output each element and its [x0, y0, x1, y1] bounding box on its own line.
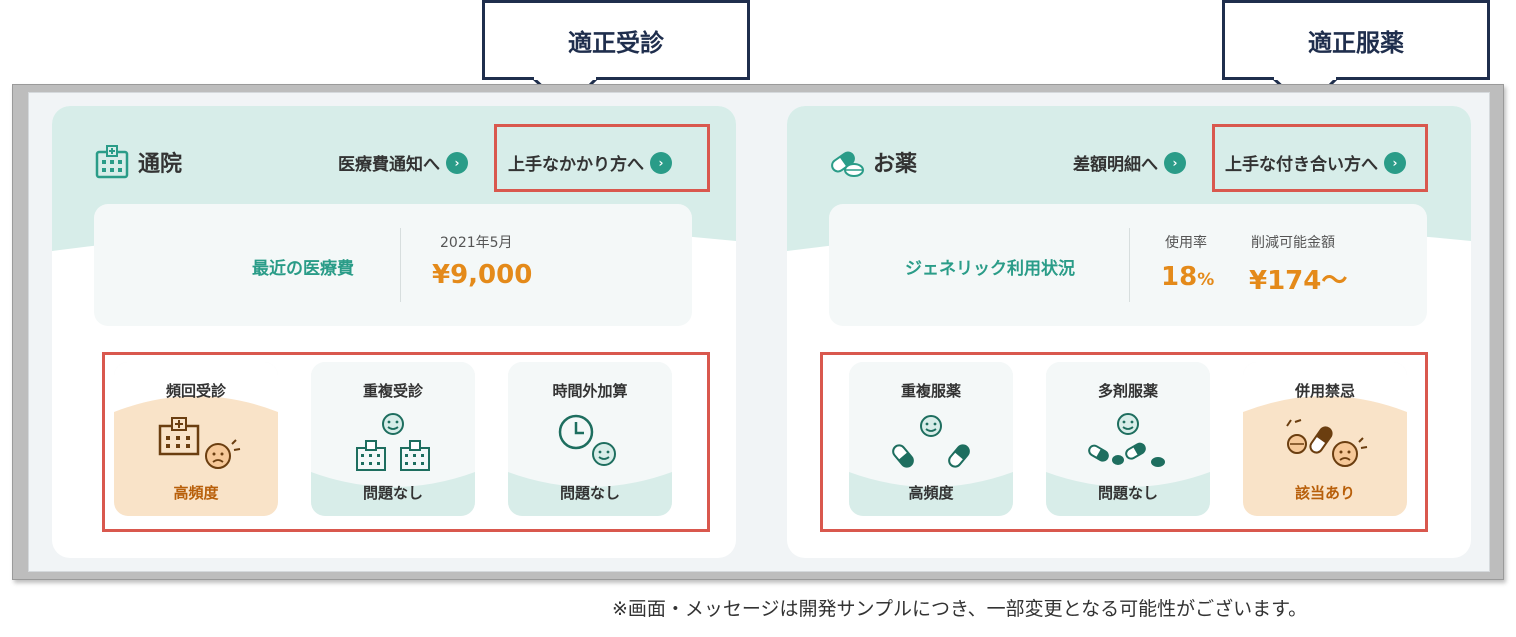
cost-amount: ¥9,000	[432, 260, 533, 290]
chevron-right-icon: ›	[446, 151, 468, 174]
savings-label: 削減可能金額	[1251, 235, 1335, 251]
medical-cost-notice-link[interactable]: 医療費通知へ ›	[338, 150, 468, 175]
clinic-title: 通院	[138, 152, 183, 177]
usage-rate-unit: %	[1197, 270, 1215, 290]
usage-rate-number: 18	[1161, 262, 1198, 292]
footnote: ※画面・メッセージは開発サンプルにつき、一部変更となる可能性がございます。	[612, 598, 1308, 620]
generic-usage-label: ジェネリック利用状況	[905, 259, 1075, 279]
usage-rate-value: 18%	[1161, 262, 1214, 292]
medicine-title: お薬	[873, 152, 918, 177]
callout-proper-visits: 適正受診	[482, 0, 750, 80]
divider	[1129, 228, 1130, 302]
recent-medical-cost-label: 最近の医療費	[252, 259, 354, 279]
highlight-how-to-visit	[494, 124, 710, 192]
cost-month: 2021年5月	[440, 235, 513, 251]
callout-proper-medication-label: 適正服薬	[1308, 28, 1404, 57]
pills-icon	[831, 151, 864, 177]
savings-value: ¥174〜	[1249, 266, 1348, 296]
callout-proper-medication: 適正服薬	[1222, 0, 1490, 80]
highlight-clinic-tiles	[102, 352, 710, 532]
generic-usage-card: ジェネリック利用状況 使用率 18% 削減可能金額 ¥174〜	[829, 204, 1427, 326]
highlight-how-to-manage-meds	[1212, 124, 1428, 192]
chevron-right-icon: ›	[1164, 151, 1186, 174]
callout-proper-visits-label: 適正受診	[568, 28, 664, 57]
highlight-medicine-tiles	[820, 352, 1428, 532]
price-difference-detail-link[interactable]: 差額明細へ ›	[1073, 150, 1186, 175]
divider	[400, 228, 401, 302]
usage-rate-label: 使用率	[1165, 235, 1207, 251]
medical-cost-notice-label: 医療費通知へ	[338, 155, 440, 175]
hospital-icon	[95, 145, 129, 179]
price-difference-detail-label: 差額明細へ	[1073, 155, 1158, 175]
recent-medical-cost-card: 最近の医療費 2021年5月 ¥9,000	[94, 204, 692, 326]
